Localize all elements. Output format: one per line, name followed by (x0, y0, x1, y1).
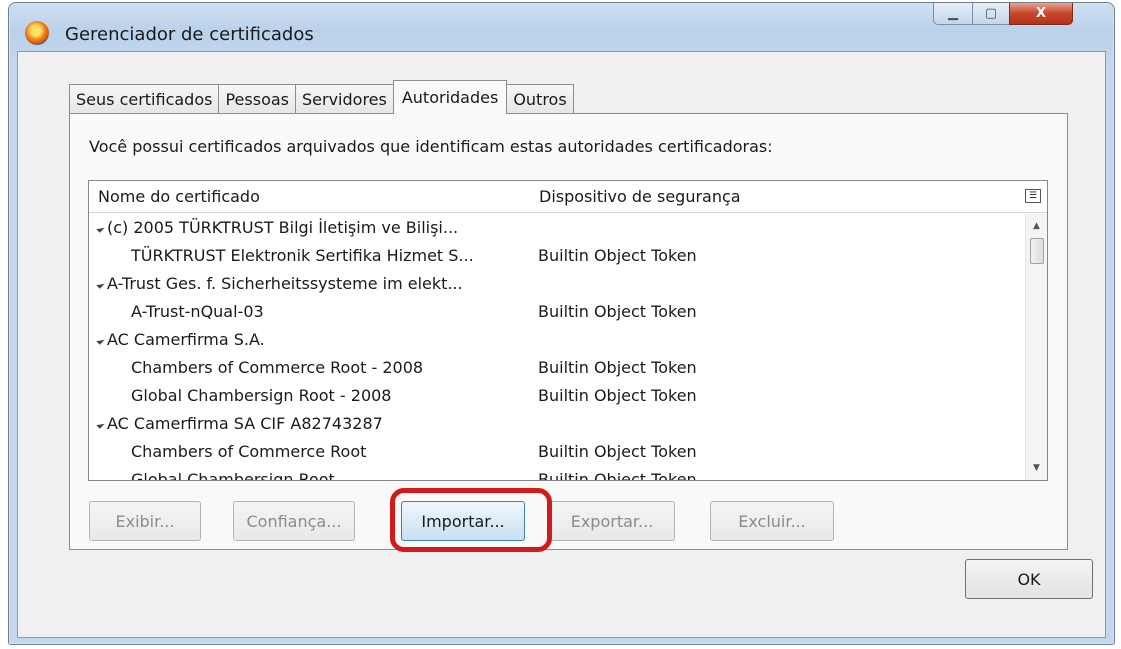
tree-child-row[interactable]: Chambers of Commerce Root - 2008 Builtin… (89, 354, 1027, 382)
tree-row-device: Builtin Object Token (538, 358, 697, 377)
tree-child-row[interactable]: TÜRKTRUST Elektronik Sertifika Hizmet S.… (89, 242, 1027, 270)
minimize-button[interactable]: ▁ (933, 3, 973, 25)
expanded-triangle-icon[interactable] (96, 420, 105, 429)
trust-button[interactable]: Confiança... (233, 501, 355, 541)
authorities-panel: Você possui certificados arquivados que … (69, 113, 1068, 552)
view-button[interactable]: Exibir... (89, 501, 201, 541)
tree-child-row[interactable]: A-Trust-nQual-03 Builtin Object Token (89, 298, 1027, 326)
tree-row-name: Global Chambersign Root - 2008 (131, 386, 392, 405)
tab-your-certificates[interactable]: Seus certificados (69, 84, 220, 114)
scroll-down-arrow-icon[interactable]: ▼ (1026, 458, 1047, 478)
ok-button[interactable]: OK (965, 559, 1093, 599)
close-button[interactable]: X (1009, 3, 1073, 25)
tree-row-name: Chambers of Commerce Root (131, 442, 367, 461)
scroll-up-arrow-icon[interactable]: ▲ (1026, 216, 1047, 236)
tree-row-name: A-Trust-nQual-03 (131, 302, 264, 321)
tab-people[interactable]: Pessoas (218, 84, 296, 114)
tree-row-device: Builtin Object Token (538, 246, 697, 265)
tree-group-row[interactable]: AC Camerfirma SA CIF A82743287 (89, 410, 1027, 438)
tree-row-name: Chambers of Commerce Root - 2008 (131, 358, 424, 377)
certificate-manager-window: Gerenciador de certificados ▁ ▢ X Seus c… (8, 2, 1115, 645)
tab-servers[interactable]: Servidores (295, 84, 394, 114)
tree-row-device: Builtin Object Token (538, 302, 697, 321)
maximize-button[interactable]: ▢ (972, 3, 1010, 25)
tree-header: Nome do certificado Dispositivo de segur… (89, 181, 1047, 213)
panel-description: Você possui certificados arquivados que … (89, 137, 773, 156)
import-highlight-annotation (390, 488, 552, 552)
window-title: Gerenciador de certificados (65, 24, 314, 45)
tree-row-device: Builtin Object Token (538, 386, 697, 405)
tree-rows: (c) 2005 TÜRKTRUST Bilgi İletişim ve Bil… (89, 214, 1027, 481)
tree-row-name: TÜRKTRUST Elektronik Sertifika Hizmet S.… (131, 246, 474, 265)
vertical-scrollbar[interactable]: ▲ ▼ (1025, 214, 1047, 480)
tree-group-row[interactable]: AC Camerfirma S.A. (89, 326, 1027, 354)
tree-child-row[interactable]: Global Chambersign Root Builtin Object T… (89, 466, 1027, 481)
tree-row-device: Builtin Object Token (538, 470, 697, 481)
certificate-tree[interactable]: Nome do certificado Dispositivo de segur… (88, 180, 1048, 481)
column-header-device[interactable]: Dispositivo de segurança (539, 187, 741, 206)
expanded-triangle-icon[interactable] (96, 224, 105, 233)
title-bar[interactable]: Gerenciador de certificados ▁ ▢ X (9, 3, 1114, 51)
column-header-name[interactable]: Nome do certificado (98, 187, 260, 206)
tree-child-row[interactable]: Chambers of Commerce Root Builtin Object… (89, 438, 1027, 466)
tree-row-name: AC Camerfirma S.A. (96, 330, 265, 349)
tab-strip: Seus certificados Pessoas Servidores Aut… (69, 80, 574, 114)
firefox-logo-icon (25, 21, 49, 45)
scroll-thumb[interactable] (1030, 238, 1044, 264)
tree-row-name: AC Camerfirma SA CIF A82743287 (96, 414, 383, 433)
tab-authorities[interactable]: Autoridades (392, 80, 508, 114)
tree-row-name: (c) 2005 TÜRKTRUST Bilgi İletişim ve Bil… (96, 218, 458, 237)
tab-others[interactable]: Outros (506, 84, 574, 114)
dialog-body: Seus certificados Pessoas Servidores Aut… (17, 51, 1106, 638)
expanded-triangle-icon[interactable] (96, 280, 105, 289)
delete-button[interactable]: Excluir... (710, 501, 834, 541)
tree-row-name: Global Chambersign Root (131, 470, 335, 481)
expanded-triangle-icon[interactable] (96, 336, 105, 345)
column-picker-icon[interactable]: ☰ (1025, 189, 1041, 203)
tree-group-row[interactable]: (c) 2005 TÜRKTRUST Bilgi İletişim ve Bil… (89, 214, 1027, 242)
tree-group-row[interactable]: A-Trust Ges. f. Sicherheitssysteme im el… (89, 270, 1027, 298)
tree-row-device: Builtin Object Token (538, 442, 697, 461)
export-button[interactable]: Exportar... (549, 501, 675, 541)
tree-child-row[interactable]: Global Chambersign Root - 2008 Builtin O… (89, 382, 1027, 410)
tree-row-name: A-Trust Ges. f. Sicherheitssysteme im el… (96, 274, 463, 293)
